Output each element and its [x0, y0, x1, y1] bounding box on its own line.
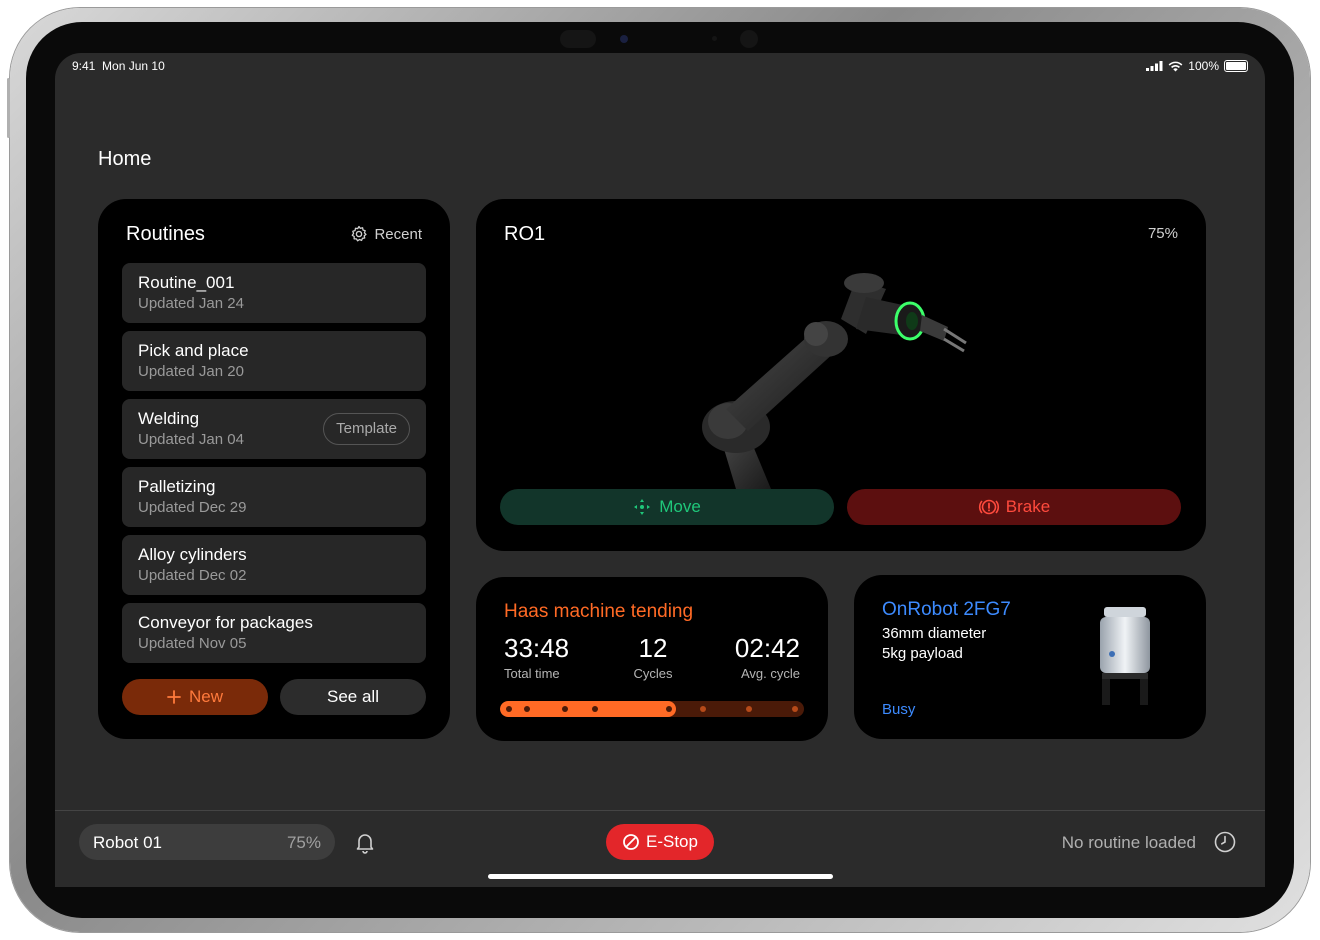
gripper-name: OnRobot 2FG7	[882, 599, 1011, 620]
routine-name: Alloy cylinders	[138, 545, 247, 564]
avg-cycle-label: Avg. cycle	[740, 666, 800, 681]
avg-cycle-stat: 02:42 Avg. cycle	[735, 633, 800, 681]
gripper-card[interactable]: OnRobot 2FG7 36mm diameter 5kg payload B…	[854, 575, 1206, 739]
routine-status: No routine loaded	[1061, 833, 1196, 852]
status-indicators: 100%	[1146, 59, 1248, 73]
brake-label: Brake	[1005, 497, 1051, 516]
wifi-icon	[1168, 61, 1183, 71]
new-label: New	[188, 687, 223, 706]
total-time-label: Total time	[504, 666, 560, 681]
battery-icon	[1224, 60, 1248, 72]
routine-item[interactable]: Welding Updated Jan 04 Template	[122, 399, 426, 459]
plus-icon	[167, 690, 181, 704]
routine-name: Welding	[138, 409, 200, 428]
clock-icon[interactable]	[1213, 830, 1237, 854]
total-time-value: 33:48	[504, 633, 570, 663]
routine-name: Routine_001	[138, 273, 235, 292]
routine-item[interactable]: Conveyor for packages Updated Nov 05	[122, 603, 426, 663]
robot-selector[interactable]: Robot 01 75%	[79, 824, 335, 860]
routine-name: Conveyor for packages	[138, 613, 313, 632]
robot-arm-image	[702, 273, 967, 489]
routine-updated: Updated Jan 24	[138, 295, 244, 312]
job-title: Haas machine tending	[504, 601, 694, 622]
cycles-value: 12	[638, 633, 668, 663]
gripper-status: Busy	[882, 701, 916, 718]
cycles-stat: 12 Cycles	[628, 633, 678, 681]
status-time: 9:41	[72, 59, 96, 73]
recent-sort-button[interactable]: Recent	[350, 225, 422, 243]
routine-item[interactable]: Routine_001 Updated Jan 24	[122, 263, 426, 323]
new-routine-button[interactable]: New	[122, 679, 268, 715]
cycles-label: Cycles	[633, 666, 673, 681]
routine-item[interactable]: Palletizing Updated Dec 29	[122, 467, 426, 527]
gripper-detail-diameter: 36mm diameter	[882, 625, 987, 642]
camera-housing	[560, 30, 780, 48]
routine-name: Pick and place	[138, 341, 249, 360]
gripper-image	[1100, 607, 1150, 705]
move-label: Move	[659, 497, 701, 516]
signal-icon	[1146, 61, 1163, 71]
gear-icon	[352, 225, 368, 242]
routine-name: Palletizing	[138, 477, 216, 496]
routine-updated: Updated Dec 29	[138, 499, 247, 516]
robot-selector-battery: 75%	[286, 833, 321, 852]
estop-label: E-Stop	[646, 832, 698, 851]
robot-selector-name: Robot 01	[93, 833, 162, 852]
job-progress-bar	[500, 701, 804, 717]
see-all-button[interactable]: See all	[280, 679, 426, 715]
estop-button[interactable]: E-Stop	[606, 824, 714, 860]
gripper-detail-payload: 5kg payload	[882, 645, 963, 662]
routine-item[interactable]: Pick and place Updated Jan 20	[122, 331, 426, 391]
robot-battery: 75%	[1147, 225, 1178, 242]
total-time-stat: 33:48 Total time	[504, 633, 569, 681]
move-arrows-icon	[634, 499, 651, 515]
home-indicator[interactable]	[488, 874, 833, 879]
page-title: Home	[98, 148, 152, 170]
routines-card: Routines Recent Routine_001 Updated Jan …	[98, 199, 450, 739]
battery-percent: 100%	[1188, 59, 1219, 73]
status-bar: 9:41 Mon Jun 10 100%	[72, 59, 1248, 73]
job-card[interactable]: Haas machine tending 33:48 Total time 12…	[476, 577, 828, 741]
robot-card: RO1 75% Move Brake	[476, 199, 1206, 551]
recent-label: Recent	[374, 225, 422, 243]
robot-name: RO1	[504, 223, 546, 245]
routine-updated: Updated Jan 20	[138, 363, 244, 380]
move-button[interactable]: Move	[500, 489, 834, 525]
template-badge: Template	[323, 413, 410, 445]
brake-button[interactable]: Brake	[847, 489, 1181, 525]
routine-item[interactable]: Alloy cylinders Updated Dec 02	[122, 535, 426, 595]
routine-updated: Updated Nov 05	[138, 635, 247, 652]
bottom-bar-divider	[55, 810, 1265, 811]
routines-title: Routines	[126, 223, 205, 245]
stop-icon	[623, 834, 639, 850]
status-date: Mon Jun 10	[102, 59, 165, 73]
status-time-date: 9:41 Mon Jun 10	[72, 59, 165, 73]
routine-updated: Updated Dec 02	[138, 567, 247, 584]
app-screen: 9:41 Mon Jun 10 100% Home Routines Recen…	[55, 53, 1265, 887]
brake-warning-icon	[978, 499, 999, 515]
volume-button	[7, 78, 10, 138]
avg-cycle-value: 02:42	[734, 633, 800, 663]
bell-icon[interactable]	[353, 830, 377, 854]
routine-updated: Updated Jan 04	[138, 431, 244, 448]
